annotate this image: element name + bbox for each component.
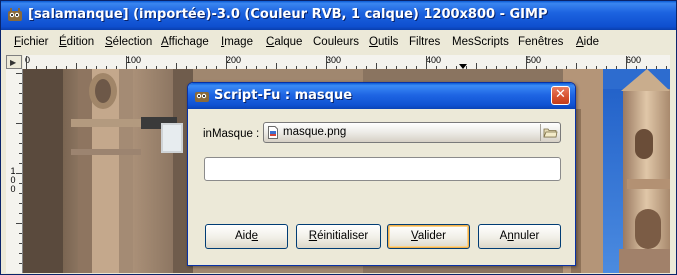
menu-fenetres[interactable]: Fenêtres xyxy=(518,36,563,48)
dialog-titlebar[interactable]: Script-Fu : masque ✕ xyxy=(188,83,575,109)
image-file-icon xyxy=(268,126,278,139)
menubar: Fichier Édition Sélection Affichage Imag… xyxy=(1,30,676,54)
ruler-tick xyxy=(19,213,22,214)
menu-messcripts[interactable]: MesScripts xyxy=(452,36,509,48)
menu-edition[interactable]: Édition xyxy=(59,36,94,48)
folder-open-icon[interactable] xyxy=(540,124,559,141)
file-chooser-value: masque.png xyxy=(283,126,347,138)
menu-affichage[interactable]: Affichage xyxy=(161,36,209,48)
ruler-tick xyxy=(126,56,127,69)
ruler-tick xyxy=(226,56,227,69)
ruler-label: 300 xyxy=(326,55,342,65)
ruler-label: 100 xyxy=(126,55,142,65)
ruler-tick xyxy=(19,153,22,154)
gimp-wilber-icon xyxy=(195,92,209,102)
dialog-title: Script-Fu : masque xyxy=(214,88,353,103)
ruler-tick xyxy=(16,73,22,74)
ruler-tick xyxy=(26,56,27,69)
ruler-tick xyxy=(626,56,627,69)
ruler-corner-button[interactable]: ▶ xyxy=(6,55,22,69)
menu-couleurs[interactable]: Couleurs xyxy=(313,36,359,48)
ruler-label: 500 xyxy=(526,55,542,65)
close-icon[interactable]: ✕ xyxy=(551,86,570,105)
ruler-tick xyxy=(526,56,527,69)
ruler-label: 400 xyxy=(426,55,442,65)
ruler-tick xyxy=(19,253,22,254)
ruler-tick xyxy=(19,113,22,114)
menu-image[interactable]: Image xyxy=(221,36,253,48)
menu-aide[interactable]: Aide xyxy=(576,36,599,48)
menu-arrow-icon: ▶ xyxy=(10,58,17,67)
horizontal-ruler[interactable]: 0 100 200 300 400 500 600 xyxy=(23,55,670,70)
window-title: [salamanque] (importée)-3.0 (Couleur RVB… xyxy=(28,7,548,22)
ruler-tick xyxy=(19,93,22,94)
ruler-tick xyxy=(19,163,22,164)
reset-button[interactable]: Réinitialiser xyxy=(296,224,381,249)
file-chooser-button[interactable]: masque.png xyxy=(263,122,561,143)
ruler-tick xyxy=(19,103,22,104)
ruler-tick xyxy=(19,193,22,194)
ruler-tick xyxy=(19,133,22,134)
ruler-tick xyxy=(19,243,22,244)
ruler-tick xyxy=(19,143,22,144)
ruler-tick xyxy=(19,83,22,84)
cancel-button[interactable]: Annuler xyxy=(478,224,561,249)
ruler-tick xyxy=(426,56,427,69)
ruler-tick xyxy=(19,203,22,204)
ruler-label: 0 xyxy=(10,184,16,194)
ruler-tick xyxy=(16,123,22,124)
menu-selection[interactable]: Sélection xyxy=(105,36,152,48)
ruler-tick xyxy=(19,263,22,264)
ruler-tick xyxy=(16,173,22,174)
validate-button[interactable]: Valider xyxy=(387,224,470,249)
ruler-label: 0 xyxy=(10,175,16,185)
ruler-tick xyxy=(16,223,22,224)
menu-calque[interactable]: Calque xyxy=(266,36,302,48)
dialog-body: inMasque : masque.png Aide Réinitialiser xyxy=(192,111,571,263)
folder-icon xyxy=(543,128,558,138)
gimp-wilber-icon xyxy=(8,8,22,21)
ruler-tick xyxy=(19,183,22,184)
menu-fichier[interactable]: Fichier xyxy=(14,36,49,48)
window-titlebar[interactable]: [salamanque] (importée)-3.0 (Couleur RVB… xyxy=(1,1,676,30)
menu-filtres[interactable]: Filtres xyxy=(409,36,440,48)
ruler-label: 200 xyxy=(226,55,242,65)
menu-outils[interactable]: Outils xyxy=(369,36,398,48)
ruler-tick xyxy=(326,56,327,69)
ruler-label: 600 xyxy=(626,55,642,65)
vertical-ruler[interactable]: 1 0 0 xyxy=(6,69,23,273)
help-button[interactable]: Aide xyxy=(205,224,288,249)
script-fu-dialog: Script-Fu : masque ✕ inMasque : masque.p… xyxy=(187,82,576,266)
ruler-tick xyxy=(19,233,22,234)
inmasque-label: inMasque : xyxy=(203,128,260,140)
progress-bar xyxy=(204,157,561,181)
